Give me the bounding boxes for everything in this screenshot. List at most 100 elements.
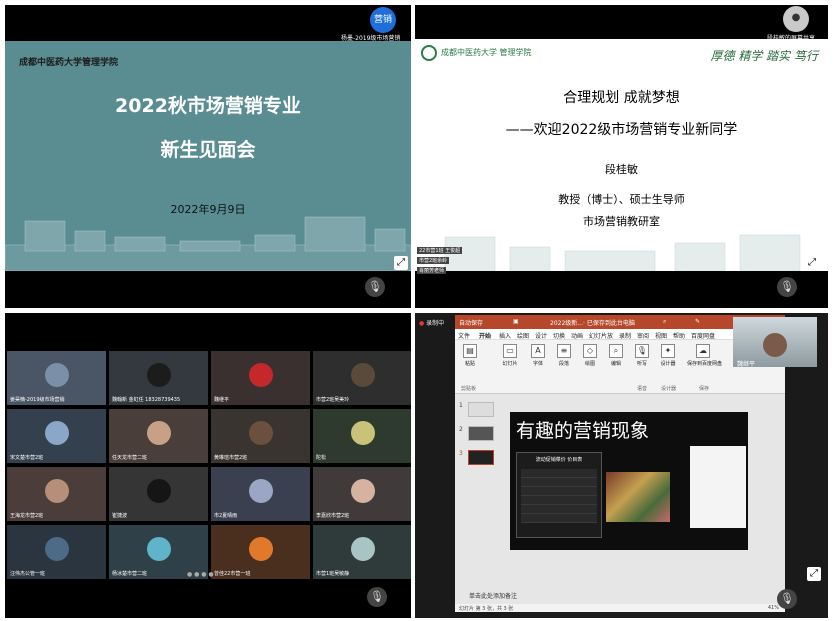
zoom-level[interactable]: 41% bbox=[768, 605, 779, 611]
paste-button[interactable]: ▤ 粘贴 bbox=[459, 344, 481, 367]
slide-subtitle: 新生见面会 bbox=[160, 139, 256, 161]
tab-slideshow[interactable]: 幻灯片放 bbox=[589, 331, 613, 340]
current-slide[interactable]: 有趣的营销现象 流动促销菜价 价目表 bbox=[510, 412, 748, 550]
participant-tile[interactable]: 曾佳22市营一班 bbox=[211, 525, 310, 579]
microphone-icon[interactable]: 🎙 bbox=[367, 587, 387, 607]
new-slide-button[interactable]: ▭ 幻灯片 bbox=[499, 344, 521, 367]
participant-tile[interactable]: 任天龙市营二班 bbox=[109, 409, 208, 463]
participant-view-host-slide[interactable]: 营销 杨墨-2019级市场营销 成都中医药大学管理学院 2022秋市场营销专业 … bbox=[5, 5, 411, 308]
participant-avatar bbox=[351, 537, 375, 561]
participant-name: 黄琳瑄市营2班 bbox=[214, 455, 248, 461]
tab-record[interactable]: 录制 bbox=[619, 331, 631, 340]
baidu-save-button[interactable]: ☁ 保存到百度网盘 bbox=[687, 344, 722, 367]
participant-view-powerpoint[interactable]: ● 录制中 自动保存 ▣ 2022级新... · 已保存到此台电脑 ⌕ ✎ 文件… bbox=[415, 313, 828, 618]
slide-presenter-role: 教授（博士）、硕士生导师 bbox=[558, 193, 685, 206]
tab-animations[interactable]: 动画 bbox=[571, 331, 583, 340]
participant-tile[interactable]: 市营1班吴敏静 bbox=[313, 525, 411, 579]
slide-number: 2 bbox=[459, 426, 463, 433]
fullscreen-icon[interactable]: ⤢ bbox=[805, 256, 819, 270]
font-icon: A bbox=[531, 344, 545, 358]
paragraph-button[interactable]: ≡ 段落 bbox=[553, 344, 575, 367]
tab-review[interactable]: 审阅 bbox=[637, 331, 649, 340]
participant-avatar bbox=[45, 479, 69, 503]
slide-number: 1 bbox=[459, 402, 463, 409]
dictate-button[interactable]: 🎙 听写 bbox=[631, 344, 653, 367]
participant-tile[interactable]: 宋文楚市营2班 bbox=[7, 409, 106, 463]
slide-thumbnail[interactable] bbox=[468, 402, 494, 417]
microphone-icon[interactable]: 🎙 bbox=[365, 277, 385, 297]
microphone-icon[interactable]: 🎙 bbox=[777, 277, 797, 297]
price-table-title: 流动促销菜价 价目表 bbox=[535, 457, 583, 463]
tab-file[interactable]: 文件 bbox=[458, 331, 470, 340]
tab-transitions[interactable]: 切换 bbox=[553, 331, 565, 340]
speaker-tag: 市营2班余岭 bbox=[417, 257, 450, 264]
participant-view-screen-share[interactable]: ● 段桂敏的屏幕共享 成都中医药大学 管理学院 厚德 精学 踏实 笃行 合理规划… bbox=[415, 5, 828, 308]
university-logo-icon bbox=[421, 45, 437, 61]
tab-insert[interactable]: 插入 bbox=[499, 331, 511, 340]
participant-avatar bbox=[45, 421, 69, 445]
fullscreen-icon[interactable]: ⤢ bbox=[394, 256, 408, 270]
slide-presenter-dept: 市场营销教研室 bbox=[583, 215, 660, 228]
market-photo bbox=[606, 472, 670, 522]
tab-help[interactable]: 帮助 bbox=[673, 331, 685, 340]
tab-design[interactable]: 设计 bbox=[535, 331, 547, 340]
slide-motto: 厚德 精学 踏实 笃行 bbox=[710, 49, 818, 63]
font-button[interactable]: A 字体 bbox=[527, 344, 549, 367]
pen-icon[interactable]: ✎ bbox=[695, 318, 700, 325]
participant-tile[interactable]: 魏翰新 金虹任 18328739435 bbox=[109, 351, 208, 405]
search-icon[interactable]: ⌕ bbox=[663, 318, 666, 326]
fullscreen-icon[interactable]: ⤢ bbox=[807, 567, 821, 581]
speaker-tag: 22市营1班 王俊超 bbox=[417, 247, 463, 254]
participant-tile[interactable]: 黄琳瑄市营2班 bbox=[211, 409, 310, 463]
participant-gallery: 姜昊楠-2019级市场营销 魏翰新 金虹任 18328739435 魏继平 市营… bbox=[5, 313, 411, 618]
participant-avatar bbox=[249, 363, 273, 387]
page-indicator[interactable]: ● ● ● ● bbox=[187, 571, 214, 578]
editing-button[interactable]: ⌕ 编辑 bbox=[605, 344, 627, 367]
shared-slide: 成都中医药大学 管理学院 厚德 精学 踏实 笃行 合理规划 成就梦想 ——欢迎2… bbox=[415, 39, 828, 271]
participant-name: 魏翰新 金虹任 18328739435 bbox=[112, 397, 181, 403]
participant-name: 宋文楚市营2班 bbox=[10, 455, 44, 461]
slide-number: 3 bbox=[459, 450, 463, 457]
speaker-video[interactable]: 魏继平 bbox=[733, 317, 817, 368]
participant-tile[interactable]: 魏继平 bbox=[211, 351, 310, 405]
participant-avatar bbox=[147, 421, 171, 445]
participant-avatar bbox=[249, 421, 273, 445]
participant-tile[interactable]: 王海龙市营2班 bbox=[7, 467, 106, 521]
notes-placeholder[interactable]: 单击此处添加备注 bbox=[469, 591, 517, 600]
tab-draw[interactable]: 绘图 bbox=[517, 331, 529, 340]
participant-name: 市营2班吴美玲 bbox=[316, 397, 350, 403]
building-skyline-illustration bbox=[444, 234, 801, 271]
clipboard-icon: ▤ bbox=[463, 344, 477, 358]
tab-baidu[interactable]: 百度网盘 bbox=[691, 331, 715, 340]
slide-thumbnail[interactable] bbox=[468, 426, 494, 441]
comic-illustration bbox=[690, 446, 746, 528]
ribbon-group-label: 保存 bbox=[699, 386, 710, 392]
slide-thumbnail-active[interactable] bbox=[468, 450, 494, 465]
price-table: 流动促销菜价 价目表 bbox=[516, 452, 602, 538]
status-bar: 幻灯片 第 3 张，共 3 张 41% bbox=[455, 604, 785, 612]
participant-tile[interactable]: 李嘉欣市营2班 bbox=[313, 467, 411, 521]
recording-indicator: ● 录制中 bbox=[419, 320, 445, 327]
ribbon-group-label: 语音 bbox=[637, 386, 648, 392]
participant-tile[interactable]: 陀松 bbox=[313, 409, 411, 463]
autosave-label[interactable]: 自动保存 bbox=[459, 318, 483, 327]
save-icon[interactable]: ▣ bbox=[513, 318, 519, 325]
participant-tile[interactable]: 市营2班吴美玲 bbox=[313, 351, 411, 405]
participant-tile[interactable]: 市2夏晴雨 bbox=[211, 467, 310, 521]
tab-view[interactable]: 视图 bbox=[655, 331, 667, 340]
microphone-icon[interactable]: 🎙 bbox=[777, 589, 797, 609]
designer-button[interactable]: ✦ 设计器 bbox=[657, 344, 679, 367]
participant-name: 崔捷波 bbox=[112, 513, 128, 519]
slide-title: 有趣的营销现象 bbox=[516, 420, 650, 442]
participant-avatar bbox=[351, 479, 375, 503]
participant-avatar bbox=[45, 537, 69, 561]
microphone-icon: 🎙 bbox=[635, 344, 649, 358]
participant-tile[interactable]: 崔捷波 bbox=[109, 467, 208, 521]
participant-tile[interactable]: 姜昊楠-2019级市场营销 bbox=[7, 351, 106, 405]
slide-logo-text: 成都中医药大学 管理学院 bbox=[441, 48, 532, 57]
drawing-button[interactable]: ◇ 绘图 bbox=[579, 344, 601, 367]
shared-slide: 成都中医药大学管理学院 2022秋市场营销专业 新生见面会 2022年9月9日 bbox=[5, 41, 411, 271]
participant-avatar bbox=[249, 537, 273, 561]
slide-title: 2022秋市场营销专业 bbox=[115, 95, 301, 117]
participant-tile[interactable]: 汪伟杰公管一班 bbox=[7, 525, 106, 579]
